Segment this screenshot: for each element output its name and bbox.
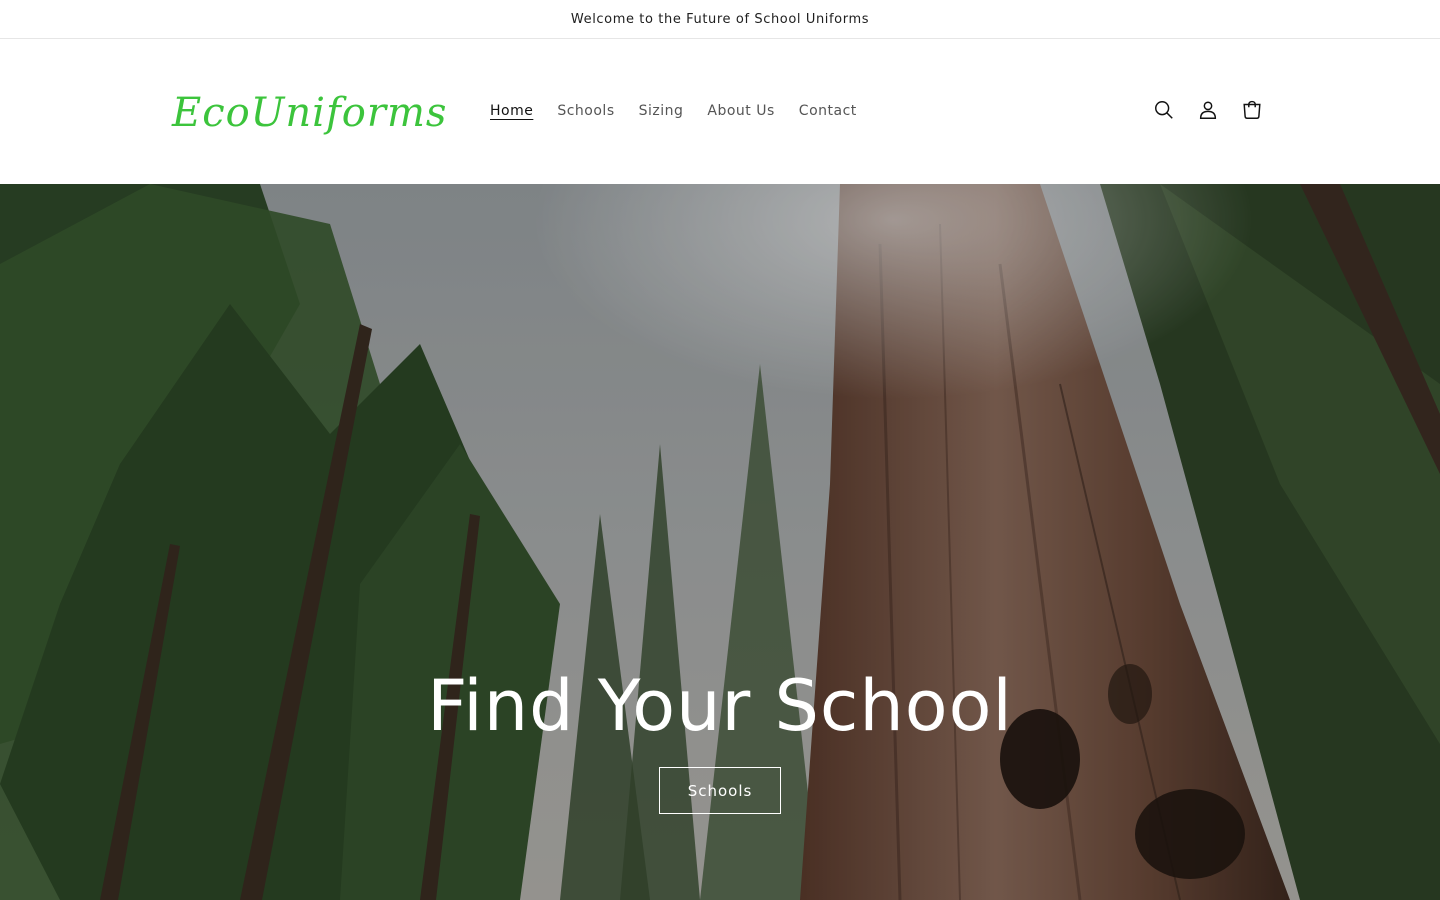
cart-button[interactable] — [1230, 88, 1274, 132]
hero-banner: Find Your School Schools — [0, 184, 1440, 900]
nav-about-us[interactable]: About Us — [695, 99, 786, 123]
main-nav: Home Schools Sizing About Us Contact — [478, 99, 869, 123]
site-logo[interactable]: EcoUniforms — [172, 89, 447, 137]
header-icons — [1142, 88, 1274, 132]
account-button[interactable] — [1186, 88, 1230, 132]
cart-icon — [1243, 100, 1261, 119]
nav-sizing[interactable]: Sizing — [627, 99, 696, 123]
search-icon — [1155, 101, 1173, 119]
account-icon — [1199, 101, 1217, 119]
hero-title: Find Your School — [427, 665, 1013, 747]
announcement-bar: Welcome to the Future of School Uniforms — [0, 0, 1440, 39]
site-header: EcoUniforms Home Schools Sizing About Us… — [0, 39, 1440, 184]
search-button[interactable] — [1142, 88, 1186, 132]
schools-button[interactable]: Schools — [659, 767, 781, 814]
nav-schools[interactable]: Schools — [545, 99, 626, 123]
nav-contact[interactable]: Contact — [787, 99, 869, 123]
nav-home[interactable]: Home — [478, 99, 545, 123]
announcement-text: Welcome to the Future of School Uniforms — [570, 11, 870, 27]
